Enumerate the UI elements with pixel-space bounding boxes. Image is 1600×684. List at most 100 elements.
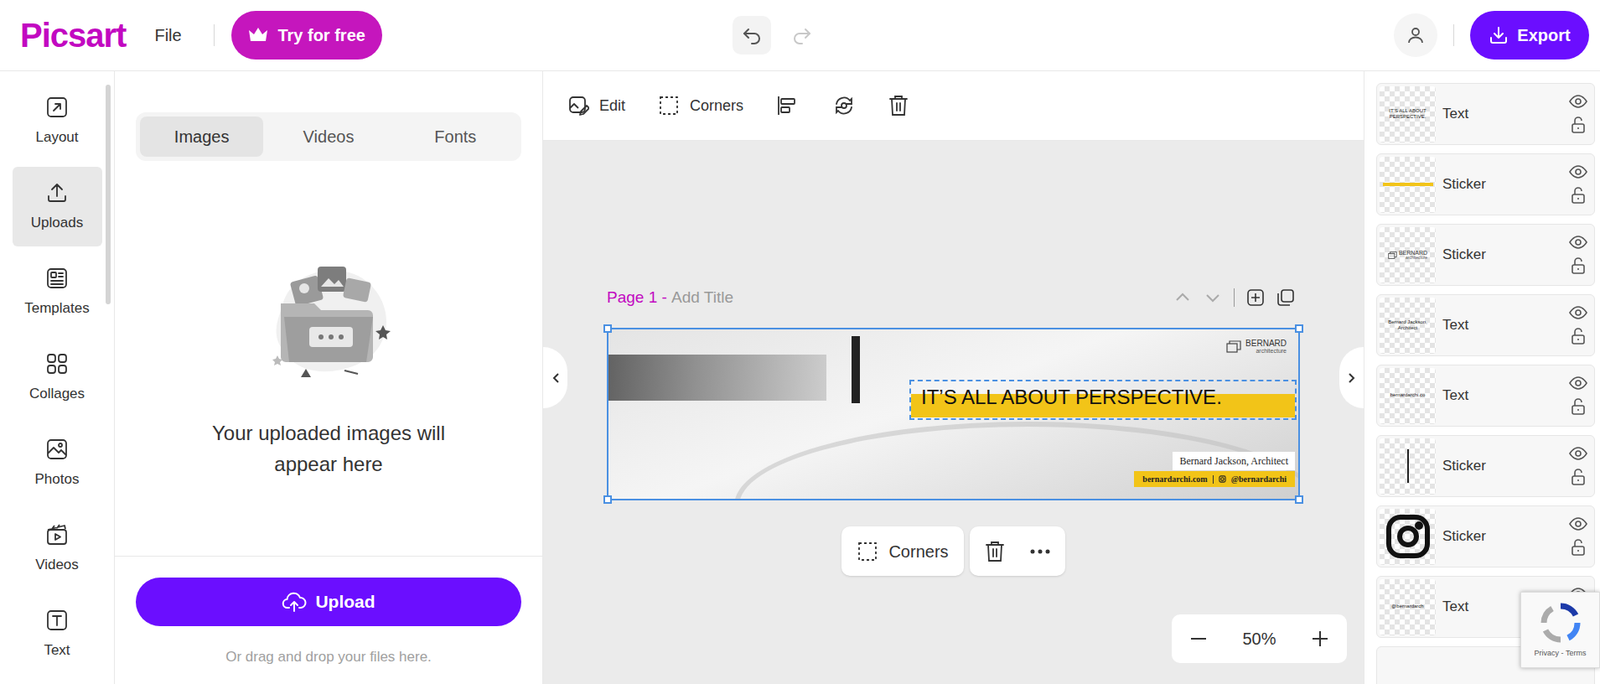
- duplicate-page-icon[interactable]: [1276, 288, 1295, 307]
- layer-controls: [1568, 305, 1588, 345]
- unlock-icon[interactable]: [1570, 538, 1586, 556]
- unlock-icon[interactable]: [1570, 327, 1586, 345]
- nav-item[interactable]: Videos: [12, 508, 103, 589]
- try-button[interactable]: Try for free: [231, 10, 383, 60]
- corners-icon: [856, 540, 879, 563]
- design-canvas[interactable]: BERNARD architecture IT’S ALL ABOUT PERS…: [606, 327, 1300, 501]
- export-button[interactable]: Export: [1470, 10, 1590, 60]
- resize-handle[interactable]: [1294, 495, 1304, 504]
- collapse-right-button[interactable]: [1339, 346, 1364, 409]
- layer-row[interactable]: Sticker: [1376, 153, 1595, 216]
- eye-icon[interactable]: [1568, 165, 1588, 179]
- delete-button[interactable]: [888, 94, 909, 117]
- nav-item[interactable]: Collages: [12, 337, 103, 418]
- more-icon[interactable]: [1030, 548, 1051, 555]
- tab-bar: ImagesVideosFonts: [135, 112, 522, 161]
- edit-label: Edit: [599, 94, 626, 118]
- videos-icon: [44, 522, 70, 548]
- layer-row[interactable]: Bernard Jackson, ArchitectText: [1376, 294, 1595, 357]
- unlock-icon[interactable]: [1570, 186, 1586, 204]
- eye-icon[interactable]: [1568, 235, 1588, 249]
- resize-handle[interactable]: [603, 324, 612, 333]
- unlock-icon: [1570, 116, 1586, 134]
- corners-button[interactable]: Corners: [657, 94, 744, 118]
- resize-handle[interactable]: [1294, 324, 1304, 333]
- eye-icon[interactable]: [1568, 376, 1588, 390]
- recaptcha-icon: [1538, 600, 1583, 645]
- chevron-left-icon: [551, 372, 560, 384]
- upload-footer: Upload Or drag and drop your files here.: [114, 555, 543, 684]
- layer-label: Text: [1442, 384, 1469, 407]
- recaptcha-badge[interactable]: Privacy - Terms: [1520, 591, 1600, 668]
- collapse-left-button[interactable]: [543, 346, 568, 409]
- architect-name[interactable]: Bernard Jackson, Architect: [1172, 451, 1295, 471]
- redo-button[interactable]: [785, 15, 819, 55]
- panel-tab[interactable]: Videos: [266, 116, 390, 157]
- layer-thumbnail: IT’S ALL ABOUT PERSPECTIVE.: [1379, 86, 1436, 143]
- file-menu[interactable]: File: [154, 22, 182, 48]
- undo-icon: [740, 24, 763, 47]
- layer-thumbnail: [1379, 438, 1436, 495]
- chevron-up-icon[interactable]: [1173, 288, 1192, 307]
- align-button[interactable]: [776, 94, 798, 117]
- profile-button[interactable]: [1393, 13, 1438, 57]
- eye-icon: [1568, 376, 1588, 390]
- zoom-out-icon[interactable]: [1188, 628, 1209, 649]
- zoom-in-icon[interactable]: [1310, 628, 1331, 649]
- divider: [1233, 288, 1235, 307]
- replace-button[interactable]: [832, 93, 856, 118]
- layer-row[interactable]: IT’S ALL ABOUT PERSPECTIVE.Text: [1376, 82, 1595, 145]
- nav-item[interactable]: Text: [12, 594, 103, 674]
- videos-icon: [44, 522, 70, 548]
- undo-button[interactable]: [732, 15, 772, 55]
- panel-tab[interactable]: Fonts: [393, 116, 518, 157]
- edit-button[interactable]: Edit: [567, 94, 626, 118]
- nav-label: Photos: [35, 468, 80, 491]
- design-logo[interactable]: BERNARD architecture: [1226, 339, 1287, 354]
- add-page-icon[interactable]: [1246, 288, 1265, 307]
- layer-controls: [1568, 94, 1588, 134]
- chevron-right-icon: [1347, 372, 1357, 384]
- nav-item[interactable]: Uploads: [12, 166, 103, 247]
- logo-mark-icon: [1387, 251, 1398, 259]
- thumbnail-text: bernardarchi.co: [1388, 392, 1428, 399]
- recaptcha-links[interactable]: Privacy - Terms: [1534, 647, 1587, 660]
- resize-handle[interactable]: [603, 495, 612, 504]
- photo-shape: [608, 354, 827, 401]
- chevron-down-icon[interactable]: [1203, 288, 1223, 307]
- floating-toolbar: Corners: [841, 526, 1065, 576]
- layer-row[interactable]: BERNARDarchitectureSticker: [1376, 223, 1595, 286]
- unlock-icon[interactable]: [1570, 468, 1586, 486]
- logo[interactable]: Picsart: [20, 18, 126, 52]
- eye-icon[interactable]: [1568, 517, 1588, 531]
- layer-thumbnail: @bernardarch: [1379, 579, 1436, 636]
- zoom-level: 50%: [1242, 626, 1276, 652]
- headline-layer[interactable]: IT’S ALL ABOUT PERSPECTIVE.: [909, 379, 1297, 420]
- corners-button[interactable]: Corners: [841, 526, 964, 576]
- upload-button[interactable]: Upload: [135, 577, 522, 627]
- page-title-input[interactable]: [671, 285, 856, 311]
- layer-row[interactable]: Sticker: [1376, 505, 1595, 568]
- scrollbar[interactable]: [105, 84, 111, 305]
- nav-item[interactable]: Layout: [12, 81, 103, 161]
- layer-row[interactable]: Sticker: [1376, 434, 1595, 498]
- trash-icon[interactable]: [984, 540, 1005, 563]
- eye-icon[interactable]: [1568, 94, 1588, 109]
- crown-icon: [247, 25, 270, 45]
- panel-tab[interactable]: Images: [139, 116, 264, 157]
- layer-thumbnail: bernardarchi.co: [1379, 367, 1436, 425]
- unlock-icon[interactable]: [1570, 398, 1586, 415]
- unlock-icon[interactable]: [1570, 257, 1586, 275]
- nav-item[interactable]: Photos: [12, 423, 103, 503]
- templates-icon: [44, 265, 70, 291]
- unlock-icon[interactable]: [1570, 116, 1586, 134]
- eye-icon[interactable]: [1568, 446, 1588, 461]
- layer-row[interactable]: bernardarchi.co Text: [1376, 364, 1595, 427]
- nav-item[interactable]: Templates: [12, 252, 103, 332]
- contact-bar[interactable]: bernardarchi.com @bernardarchi: [1133, 471, 1295, 487]
- layer-label: Sticker: [1442, 455, 1487, 477]
- unlock-icon: [1570, 538, 1586, 556]
- nav-label: Collages: [29, 383, 85, 405]
- eye-icon[interactable]: [1568, 305, 1588, 320]
- social-handle: @bernardarchi: [1231, 472, 1287, 486]
